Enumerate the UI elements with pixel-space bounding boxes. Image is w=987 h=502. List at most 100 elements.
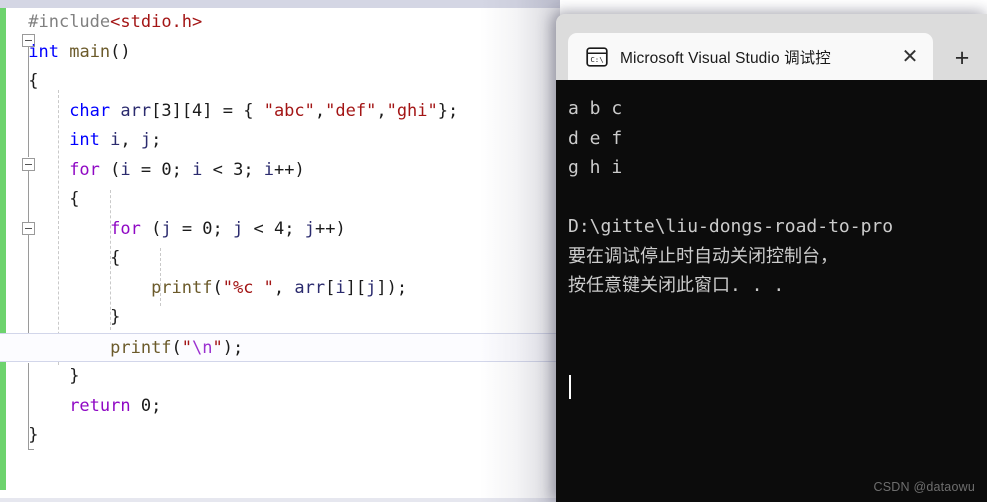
console-text-caret bbox=[569, 375, 571, 399]
code-token: } bbox=[110, 307, 121, 327]
code-token: ; bbox=[284, 218, 305, 239]
code-token: i bbox=[263, 159, 275, 180]
code-line[interactable]: int main() bbox=[0, 38, 560, 68]
code-token: ; bbox=[212, 218, 234, 239]
code-line[interactable]: int i, j; bbox=[0, 126, 560, 156]
code-token: "abc" bbox=[263, 100, 315, 121]
code-line[interactable]: for (j = 0; j < 4; j++) bbox=[0, 215, 560, 245]
code-token: i bbox=[192, 159, 203, 180]
code-token: , bbox=[120, 130, 141, 150]
code-token: \n bbox=[192, 337, 213, 358]
code-token: , bbox=[376, 100, 387, 121]
code-token: "def" bbox=[325, 100, 377, 121]
console-tab-title: Microsoft Visual Studio 调试控 bbox=[620, 49, 831, 67]
close-icon[interactable]: ✕ bbox=[895, 42, 925, 72]
code-token: ][ bbox=[345, 277, 367, 298]
code-line[interactable]: return 0; bbox=[0, 392, 560, 422]
code-token: int bbox=[28, 41, 59, 62]
code-token: { bbox=[28, 71, 39, 91]
code-token: ; bbox=[171, 159, 193, 180]
code-token: j bbox=[161, 218, 172, 239]
code-token: ++) bbox=[314, 218, 346, 239]
code-token: 0 bbox=[161, 159, 172, 180]
code-token: j bbox=[304, 218, 315, 239]
code-token: j bbox=[366, 277, 377, 298]
code-line[interactable]: } bbox=[0, 303, 560, 333]
code-token: ); bbox=[222, 337, 244, 358]
code-line[interactable]: #include<stdio.h> bbox=[0, 8, 560, 38]
svg-text:C:\: C:\ bbox=[590, 55, 603, 64]
code-token: < bbox=[243, 218, 274, 239]
code-token: i bbox=[335, 277, 346, 298]
code-token: ( bbox=[99, 159, 121, 180]
code-token: main bbox=[69, 41, 111, 62]
code-token: ; bbox=[151, 395, 162, 416]
code-line[interactable]: { bbox=[0, 67, 560, 97]
screenshot-root: #include<stdio.h> int main() { char arr[… bbox=[0, 0, 987, 502]
code-token: ; bbox=[151, 130, 162, 150]
code-token: char bbox=[69, 100, 111, 121]
console-cmd-icon: C:\ bbox=[586, 46, 608, 67]
code-token: i bbox=[110, 130, 121, 150]
code-token: 0 bbox=[202, 218, 213, 239]
code-token: "%c " bbox=[222, 277, 274, 298]
code-line[interactable]: char arr[3][4] = { "abc","def","ghi"}; bbox=[0, 97, 560, 127]
code-token: return bbox=[69, 395, 131, 416]
code-token: } bbox=[69, 366, 80, 386]
code-token: for bbox=[69, 159, 100, 180]
code-line[interactable]: printf("%c ", arr[i][j]); bbox=[0, 274, 560, 304]
code-token: i bbox=[120, 159, 131, 180]
code-line[interactable]: for (i = 0; i < 3; i++) bbox=[0, 156, 560, 186]
console-titlebar[interactable]: C:\ Microsoft Visual Studio 调试控 ✕ + bbox=[556, 14, 987, 80]
code-token: " bbox=[181, 337, 193, 358]
console-window[interactable]: C:\ Microsoft Visual Studio 调试控 ✕ + a b … bbox=[556, 14, 987, 502]
code-line[interactable]: } bbox=[0, 362, 560, 392]
code-token: < bbox=[202, 159, 234, 180]
code-token: j bbox=[233, 218, 244, 239]
code-line[interactable]: { bbox=[0, 244, 560, 274]
code-text-area[interactable]: #include<stdio.h> int main() { char arr[… bbox=[0, 8, 560, 490]
code-token: = bbox=[130, 159, 162, 180]
code-token: , bbox=[273, 277, 295, 298]
code-token: ++) bbox=[274, 159, 305, 180]
code-line[interactable]: printf("\n"); bbox=[0, 332, 560, 362]
code-token: { bbox=[110, 248, 121, 268]
console-tab[interactable]: C:\ Microsoft Visual Studio 调试控 ✕ bbox=[568, 33, 933, 80]
new-tab-button[interactable]: + bbox=[944, 41, 980, 75]
code-token: 3 bbox=[233, 159, 244, 180]
code-token: [3][4] = { bbox=[151, 100, 264, 121]
code-token: } bbox=[28, 425, 39, 445]
code-token: j bbox=[140, 130, 152, 150]
code-token: ( bbox=[140, 218, 162, 239]
code-line[interactable]: } bbox=[0, 421, 560, 451]
code-editor-pane[interactable]: #include<stdio.h> int main() { char arr[… bbox=[0, 0, 560, 502]
code-token: " bbox=[212, 337, 223, 358]
code-token: ( bbox=[212, 277, 223, 298]
code-token: 0 bbox=[140, 395, 152, 416]
code-token: { bbox=[69, 189, 80, 209]
code-token: <stdio.h> bbox=[110, 12, 203, 32]
code-line[interactable]: { bbox=[0, 185, 560, 215]
code-token: ; bbox=[243, 159, 264, 180]
editor-bottom-divider bbox=[0, 498, 560, 502]
editor-top-divider bbox=[0, 0, 560, 8]
code-token: #include bbox=[28, 12, 111, 32]
code-token: printf bbox=[110, 337, 172, 358]
code-token: [ bbox=[325, 277, 336, 298]
console-output-pane[interactable]: a b c d e f g h i D:\gitte\liu-dongs-roa… bbox=[556, 80, 987, 502]
